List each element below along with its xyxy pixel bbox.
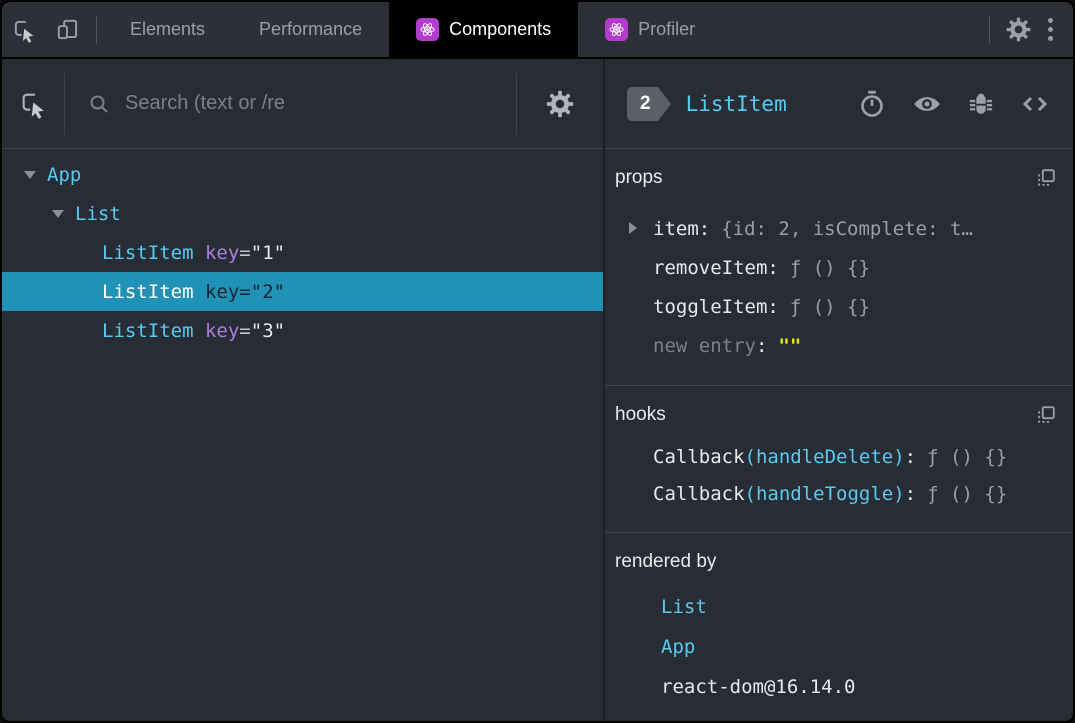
component-name: ListItem [102, 280, 194, 303]
component-name: ListItem [102, 241, 194, 264]
tree-row-listitem-1[interactable]: ListItem key = "1" [2, 233, 603, 272]
prop-value: ƒ () {} [789, 295, 870, 318]
rendered-by-title: rendered by [615, 551, 717, 572]
component-tree: App List ListItem key = "1" ListItem key = "… [2, 149, 603, 721]
select-element-icon[interactable] [2, 89, 64, 119]
equals-sign: = [239, 319, 251, 342]
rendered-by-item-app[interactable]: App [615, 627, 1063, 667]
equals-sign: = [239, 241, 251, 264]
tabbar-divider [989, 15, 990, 44]
tree-row-list[interactable]: List [2, 194, 603, 233]
tab-label: Components [449, 19, 552, 39]
tab-profiler[interactable]: Profiler [578, 2, 722, 57]
prop-row-item: item: {id: 2, isComplete: t… [615, 209, 1063, 248]
tabbar-divider [96, 15, 97, 44]
copy-hooks-icon[interactable] [1035, 404, 1063, 426]
search-input[interactable] [125, 92, 445, 115]
hooks-section-title: hooks [615, 404, 666, 425]
devtools-window: Elements Performance Components Profiler… [0, 0, 1075, 723]
colon: : [755, 334, 768, 357]
hooks-section: hooks Callback (handleDelete): ƒ () {} C… [605, 386, 1073, 533]
tab-label: Elements [130, 19, 206, 39]
key-attr-value: "2" [250, 280, 286, 303]
expander-arrow-icon[interactable] [52, 210, 64, 218]
hook-row-handletoggle: Callback (handleToggle): ƒ () {} [615, 475, 1063, 512]
expander-arrow-icon[interactable] [24, 171, 36, 179]
tab-performance[interactable]: Performance [232, 2, 389, 57]
hook-type: Callback [653, 445, 745, 468]
tab-label: Performance [259, 19, 363, 39]
colon: : [904, 482, 917, 505]
hook-name: (handleToggle) [744, 482, 905, 505]
prop-name: removeItem [653, 256, 768, 279]
new-entry-value-input[interactable]: "" [778, 335, 801, 357]
tab-label: Profiler [638, 19, 696, 39]
inspected-element-body: props item: {id: 2, isComplete: t… remov… [605, 149, 1073, 721]
hook-name: (handleDelete) [744, 445, 905, 468]
search-area [65, 92, 516, 116]
key-attr-value: "3" [250, 319, 286, 342]
main-area: App List ListItem key="1" ListItem key="… [2, 59, 1073, 721]
prop-name: item [653, 217, 699, 240]
tab-elements[interactable]: Elements [103, 2, 232, 57]
rendered-by-item-list[interactable]: List [615, 587, 1063, 627]
device-toolbar-icon[interactable] [46, 2, 90, 57]
prop-value: ƒ () {} [789, 256, 870, 279]
tree-settings-gear-icon[interactable] [517, 89, 603, 119]
hook-value: ƒ () {} [927, 445, 1008, 468]
hook-type: Callback [653, 482, 745, 505]
react-logo-icon [416, 18, 440, 41]
hook-row-handledelete: Callback (handleDelete): ƒ () {} [615, 438, 1063, 475]
tab-components[interactable]: Components [389, 2, 579, 57]
prop-row-removeitem: removeItem: ƒ () {} [615, 248, 1063, 287]
props-section-title: props [615, 167, 663, 188]
owner-link[interactable]: List [661, 596, 707, 618]
tree-row-listitem-3[interactable]: ListItem key = "3" [2, 311, 603, 350]
colon: : [904, 445, 917, 468]
component-name: ListItem [102, 319, 194, 342]
key-attr-value: "1" [250, 241, 286, 264]
tree-row-app[interactable]: App [2, 155, 603, 194]
key-attr-name: key [204, 241, 240, 264]
expander-arrow-icon[interactable] [629, 222, 637, 234]
selected-element-header: 2 ListItem [605, 59, 1073, 149]
react-logo-icon [605, 18, 629, 41]
colon: : [698, 217, 711, 240]
tree-toolbar [2, 59, 603, 149]
suspense-stopwatch-icon[interactable] [857, 89, 887, 119]
equals-sign: = [239, 280, 251, 303]
owner-link[interactable]: App [661, 636, 695, 658]
colon: : [767, 256, 779, 279]
inspect-dom-eye-icon[interactable] [911, 88, 943, 120]
prop-name: toggleItem [653, 295, 768, 318]
settings-gear-icon[interactable] [996, 2, 1040, 57]
colon: : [767, 295, 779, 318]
more-options-kebab-icon[interactable] [1040, 18, 1073, 41]
owners-stack-badge: 2 [627, 86, 670, 121]
key-attr-name: key [204, 319, 240, 342]
selected-component-title: ListItem [685, 91, 787, 116]
props-section: props item: {id: 2, isComplete: t… remov… [605, 149, 1073, 386]
search-icon [87, 92, 111, 116]
copy-props-icon[interactable] [1035, 167, 1063, 189]
header-actions [857, 88, 1059, 120]
renderer-version: react-dom@16.14.0 [661, 676, 856, 698]
tree-row-listitem-2-selected[interactable]: ListItem key = "2" [2, 272, 603, 311]
selected-element-panel: 2 ListItem props item: {id: 2, isComple… [605, 59, 1073, 721]
rendered-by-section: rendered by List App react-dom@16.14.0 [605, 533, 1073, 721]
prop-row-new-entry[interactable]: new entry: "" [615, 326, 1063, 365]
key-attr-name: key [204, 280, 240, 303]
hook-value: ƒ () {} [927, 482, 1008, 505]
view-source-code-icon[interactable] [1019, 88, 1051, 120]
log-bug-icon[interactable] [967, 90, 995, 118]
new-entry-label[interactable]: new entry [653, 335, 756, 357]
prop-value: {id: 2, isComplete: t… [721, 217, 973, 240]
component-name: App [47, 163, 82, 186]
inspect-element-icon[interactable] [2, 2, 46, 57]
prop-row-toggleitem: toggleItem: ƒ () {} [615, 287, 1063, 326]
components-tree-panel: App List ListItem key="1" ListItem key="… [2, 59, 603, 721]
devtools-tabbar: Elements Performance Components Profiler [2, 2, 1073, 59]
rendered-by-item-reactdom: react-dom@16.14.0 [615, 667, 1063, 707]
